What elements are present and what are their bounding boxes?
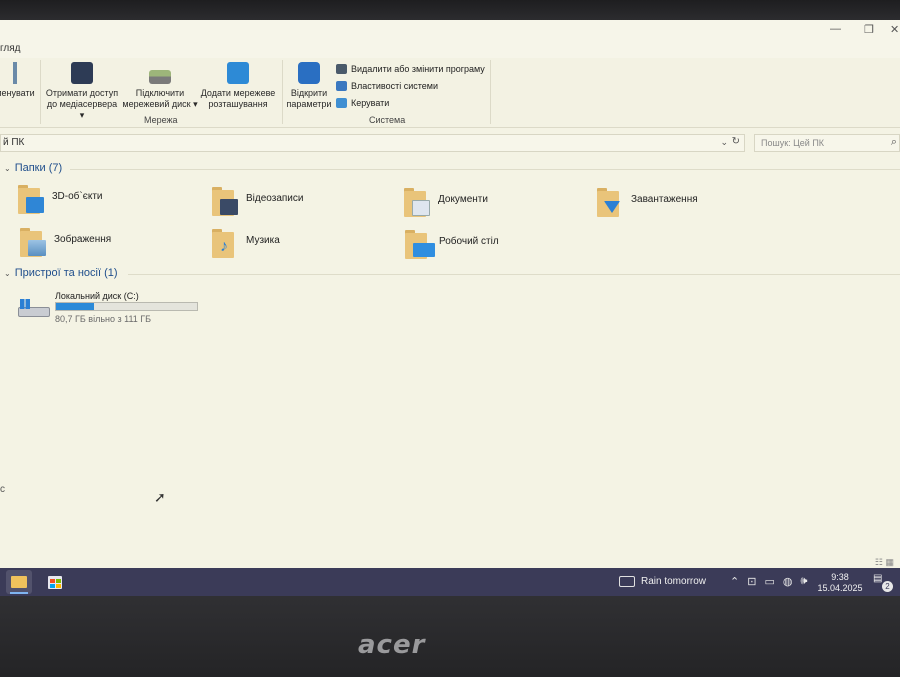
drive-free-space: 80,7 ГБ вільно з 111 ГБ xyxy=(55,314,152,324)
uninstall-program-button[interactable]: Видалити або змінити програму xyxy=(336,64,485,74)
battery-icon[interactable]: ▭ xyxy=(764,575,774,588)
chevron-up-icon[interactable]: ⌃ xyxy=(730,575,739,588)
address-bar[interactable]: й ПК ⌄ ↻ xyxy=(0,134,745,152)
file-explorer-icon[interactable] xyxy=(6,570,32,594)
manage-icon xyxy=(336,98,347,108)
drive-name: Локальний диск (C:) xyxy=(55,291,139,301)
downloads-icon xyxy=(597,188,621,217)
group-separator xyxy=(282,60,283,124)
taskbar: Rain tomorrow ⌃ ⊡ ▭ ◍ 🕪 9:38 15.04.2025 … xyxy=(0,568,900,596)
search-box[interactable]: Пошук: Цей ПК ⌕ xyxy=(754,134,900,152)
add-network-location-button[interactable]: Додати мережеве розташування xyxy=(198,62,278,110)
rename-button[interactable]: менувати xyxy=(0,62,38,99)
map-network-drive-button[interactable]: Підключити мережевий диск ▾ xyxy=(122,62,198,110)
people-icon[interactable]: ⊡ xyxy=(747,575,756,588)
ribbon-tab-bar: гляд xyxy=(0,40,900,58)
media-server-icon xyxy=(71,62,93,84)
clock[interactable]: 9:38 15.04.2025 xyxy=(812,572,868,594)
maximize-button[interactable]: ❐ xyxy=(864,23,874,36)
drive-usage-bar xyxy=(55,302,198,311)
pictures-icon xyxy=(20,228,46,257)
notification-icon[interactable]: ▤ 2 xyxy=(873,573,893,592)
group-separator xyxy=(40,60,41,124)
system-properties-button[interactable]: Властивості системи xyxy=(336,81,438,91)
desktop-icon xyxy=(405,230,435,259)
section-divider xyxy=(70,169,900,170)
clock-time: 9:38 xyxy=(831,572,849,582)
weather-icon xyxy=(619,576,635,587)
folders-section-header[interactable]: ⌄ Папки (7) xyxy=(4,162,62,174)
gear-icon xyxy=(298,62,320,84)
network-drive-icon xyxy=(149,70,171,84)
left-edge-label: с xyxy=(0,484,5,495)
group-separator xyxy=(490,60,491,124)
view-toggle-icons[interactable]: ☷ ▦ xyxy=(875,557,894,568)
group-label-system: Система xyxy=(369,115,406,125)
ribbon: менувати Отримати доступ до медіасервера… xyxy=(0,58,900,128)
network-location-icon xyxy=(227,62,249,84)
window-titlebar: — ❐ ✕ xyxy=(0,20,900,40)
tab-view[interactable]: гляд xyxy=(0,43,21,54)
screen: — ❐ ✕ гляд менувати Отримати доступ до м… xyxy=(0,20,900,596)
refresh-icon[interactable]: ↻ xyxy=(732,136,740,147)
laptop-bezel-top xyxy=(0,0,900,22)
drive-usage-fill xyxy=(56,303,95,310)
group-label-network: Мережа xyxy=(144,115,178,125)
documents-icon xyxy=(404,188,430,217)
chevron-down-icon: ⌄ xyxy=(4,269,11,278)
system-properties-icon xyxy=(336,81,347,91)
hard-drive-icon xyxy=(18,297,50,321)
volume-icon[interactable]: 🕪 xyxy=(800,575,807,588)
media-server-button[interactable]: Отримати доступ до медіасервера ▾ xyxy=(44,62,120,121)
search-placeholder: Пошук: Цей ПК xyxy=(761,138,825,148)
videos-icon xyxy=(212,187,238,216)
section-divider xyxy=(128,274,900,275)
mouse-cursor-icon: ➚ xyxy=(154,489,166,505)
local-disk-c[interactable]: Локальний диск (C:) 80,7 ГБ вільно з 111… xyxy=(14,291,214,331)
laptop-bezel-bottom xyxy=(0,596,900,677)
minimize-button[interactable]: — xyxy=(830,23,841,35)
store-icon[interactable] xyxy=(42,570,68,594)
rename-icon xyxy=(4,62,26,84)
open-settings-button[interactable]: Відкрити параметри xyxy=(286,62,332,110)
network-icon[interactable]: ◍ xyxy=(783,575,793,588)
notification-count: 2 xyxy=(882,581,893,592)
weather-widget[interactable]: Rain tomorrow xyxy=(619,576,706,587)
uninstall-icon xyxy=(336,64,347,74)
3d-objects-icon xyxy=(18,185,44,214)
clock-date: 15.04.2025 xyxy=(817,583,863,593)
music-icon: ♪ xyxy=(212,229,236,258)
system-tray: ⌃ ⊡ ▭ ◍ 🕪 xyxy=(730,575,807,588)
address-path: й ПК xyxy=(3,137,25,148)
acer-logo: acer xyxy=(358,630,426,660)
chevron-down-icon: ⌄ xyxy=(4,164,11,173)
manage-button[interactable]: Керувати xyxy=(336,98,389,108)
close-button[interactable]: ✕ xyxy=(890,23,899,36)
search-icon: ⌕ xyxy=(890,136,897,148)
chevron-down-icon[interactable]: ⌄ xyxy=(720,137,728,148)
devices-section-header[interactable]: ⌄ Пристрої та носії (1) xyxy=(4,267,118,279)
